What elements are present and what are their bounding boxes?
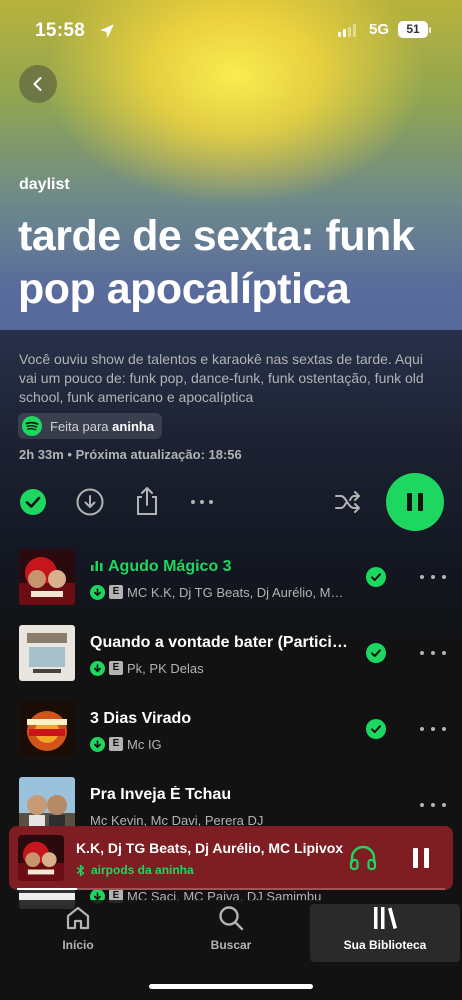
explicit-badge: E: [109, 737, 123, 751]
track-more-button[interactable]: [420, 795, 446, 815]
track-cover: [19, 549, 75, 605]
downloaded-icon: [90, 584, 105, 600]
library-icon: [374, 907, 397, 929]
made-for-user: aninha: [112, 418, 155, 434]
download-icon: [76, 488, 104, 516]
battery-icon: 51: [398, 21, 428, 38]
downloaded-icon: [90, 736, 105, 752]
spotify-logo-icon: [22, 416, 42, 436]
track-subtitle: E Mc IG: [90, 735, 350, 753]
pause-button[interactable]: [386, 473, 444, 531]
more-options-button[interactable]: [189, 492, 215, 512]
pause-icon: [407, 493, 423, 511]
shuffle-button[interactable]: [333, 488, 363, 516]
nav-home[interactable]: Início: [3, 904, 153, 962]
track-subtitle: E Pk, PK Delas: [90, 659, 350, 677]
track-subtitle: E MC K.K, Dj TG Beats, Dj Aurélio, MC Li…: [90, 583, 350, 601]
mini-player-artists: K.K, Dj TG Beats, Dj Aurélio, MC Lipivox: [76, 840, 344, 856]
explicit-badge: E: [109, 661, 123, 675]
shuffle-icon: [335, 491, 360, 513]
search-icon: [219, 906, 244, 931]
share-icon: [137, 487, 157, 515]
cellular-signal-icon: [338, 24, 356, 37]
playlist-kicker: daylist: [19, 176, 70, 193]
made-for-prefix: Feita para: [50, 418, 109, 434]
check-circle-icon: [20, 489, 46, 515]
home-indicator: [149, 984, 313, 989]
bluetooth-icon: [76, 864, 85, 876]
download-button[interactable]: [76, 488, 104, 516]
playing-bars-icon: [91, 561, 103, 571]
nav-home-label: Início: [62, 938, 94, 952]
connect-device-button[interactable]: [348, 843, 378, 873]
back-button[interactable]: [19, 65, 57, 103]
more-horizontal-icon: [191, 500, 213, 504]
headphones-icon: [349, 845, 377, 871]
check-icon: [371, 649, 381, 657]
status-time: 15:58: [35, 20, 86, 41]
explicit-badge: E: [109, 585, 123, 599]
status-bar: 15:58 5G 51: [0, 18, 462, 46]
track-more-button[interactable]: [420, 643, 446, 663]
nav-search-label: Buscar: [210, 938, 252, 952]
track-cover: [19, 701, 75, 757]
saved-check-button[interactable]: [366, 567, 386, 587]
playlist-description: Você ouviu show de talentos e karaokê na…: [19, 351, 424, 405]
chevron-left-icon: [33, 77, 42, 91]
mini-player-progress: [17, 888, 445, 890]
track-more-button[interactable]: [420, 719, 446, 739]
track-more-button[interactable]: [420, 567, 446, 587]
track-title: Quando a vontade bater (Participação esp…: [90, 634, 352, 651]
mini-player-device[interactable]: airpods da aninha: [76, 863, 194, 877]
location-arrow-icon: [100, 24, 114, 38]
track-artists: Mc IG: [127, 736, 162, 752]
track-row[interactable]: 3 Dias Virado E Mc IG: [0, 697, 462, 761]
pause-icon: [413, 848, 429, 868]
playlist-title: tarde de sexta: funk pop apocalíptica: [18, 212, 415, 313]
track-cover: [19, 777, 75, 833]
track-title: Agudo Mágico 3: [90, 558, 352, 576]
saved-check-button[interactable]: [366, 719, 386, 739]
mini-player-cover: [18, 835, 64, 881]
check-icon: [371, 573, 381, 581]
check-icon: [371, 725, 381, 733]
nav-search[interactable]: Buscar: [156, 904, 306, 962]
mini-player[interactable]: K.K, Dj TG Beats, Dj Aurélio, MC Lipivox…: [9, 826, 453, 890]
track-title: Pra Inveja É Tchau: [90, 786, 232, 803]
saved-check-button[interactable]: [366, 643, 386, 663]
track-artists: MC K.K, Dj TG Beats, Dj Aurélio, MC Lipi…: [127, 584, 350, 600]
playlist-meta: 2h 33m • Próxima atualização: 18:56: [19, 447, 242, 462]
downloaded-icon: [90, 660, 105, 676]
mini-player-progress-fill: [17, 888, 77, 890]
mini-pause-button[interactable]: [409, 846, 433, 870]
home-icon: [66, 906, 90, 930]
track-cover: [19, 625, 75, 681]
nav-library[interactable]: Sua Biblioteca: [310, 904, 460, 962]
nav-library-label: Sua Biblioteca: [343, 938, 427, 952]
track-title: 3 Dias Virado: [90, 710, 192, 727]
share-button[interactable]: [133, 486, 161, 516]
track-row[interactable]: Agudo Mágico 3 E MC K.K, Dj TG Beats, Dj…: [0, 545, 462, 609]
battery-cap: [429, 27, 431, 33]
track-artists: Pk, PK Delas: [127, 660, 204, 676]
saved-button[interactable]: [19, 488, 47, 516]
network-type: 5G: [369, 21, 390, 38]
made-for-badge[interactable]: Feita para aninha: [18, 413, 163, 439]
track-row[interactable]: Quando a vontade bater (Participação esp…: [0, 621, 462, 685]
